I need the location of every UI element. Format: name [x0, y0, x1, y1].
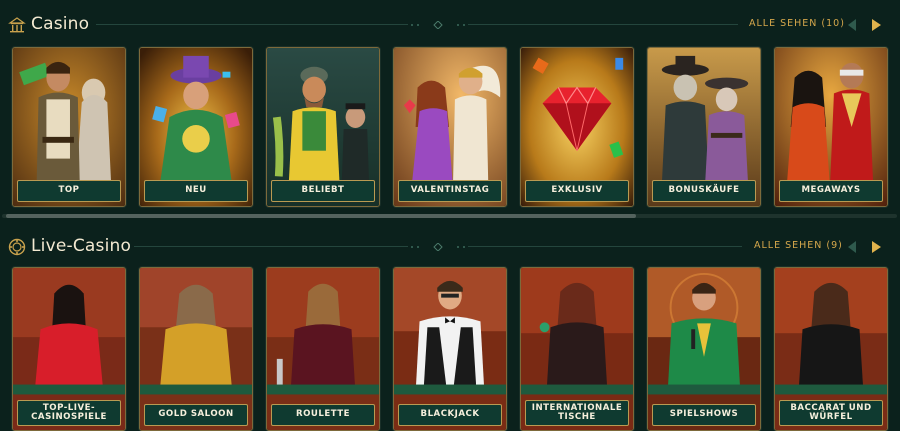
tile-label: MEGAWAYS	[779, 180, 883, 202]
tile-label: BONUSKÄUFE	[652, 180, 756, 202]
tile-label: SPIELSHOWS	[652, 404, 756, 426]
live-casino-title: Live-Casino	[31, 236, 132, 256]
live-next-arrow-icon[interactable]	[866, 236, 886, 258]
tile-label: ROULETTE	[271, 404, 375, 426]
tile-label: VALENTINSTAG	[398, 180, 502, 202]
tile-label: INTERNATIONALE TISCHE	[525, 400, 629, 426]
casino-tile-megaways[interactable]: MEGAWAYS	[774, 47, 888, 207]
tile-label: TOP	[17, 180, 121, 202]
casino-section: Casino ALLE SEHEN (10) TOP NEU BELIEBT V…	[0, 0, 900, 220]
live-casino-section: Live-Casino ALLE SEHEN (9) TOP-LIVE- CAS…	[0, 222, 900, 431]
live-casino-see-all-link[interactable]: ALLE SEHEN (9)	[754, 240, 843, 251]
tile-label: TOP-LIVE- CASINOSPIELE	[17, 400, 121, 426]
divider-ornament	[411, 243, 465, 251]
casino-prev-arrow-icon[interactable]	[842, 14, 862, 36]
live-tile-international-tables[interactable]: INTERNATIONALE TISCHE	[520, 267, 634, 431]
live-casino-header: Live-Casino ALLE SEHEN (9)	[0, 234, 900, 260]
carousel-scrollbar-thumb[interactable]	[6, 214, 636, 218]
header-divider-left	[134, 246, 408, 247]
tile-label: BLACKJACK	[398, 404, 502, 426]
header-divider-left	[96, 24, 408, 25]
casino-tile-valentines[interactable]: VALENTINSTAG	[393, 47, 507, 207]
casino-tiles: TOP NEU BELIEBT VALENTINSTAG EXKLUSIV BO…	[0, 47, 900, 207]
tile-label: NEU	[144, 180, 248, 202]
casino-header: Casino ALLE SEHEN (10)	[0, 12, 900, 38]
live-tile-roulette[interactable]: ROULETTE	[266, 267, 380, 431]
tile-label: BACCARAT UND WÜRFEL	[779, 400, 883, 426]
live-tile-blackjack[interactable]: BLACKJACK	[393, 267, 507, 431]
casino-see-all-link[interactable]: ALLE SEHEN (10)	[749, 18, 845, 29]
live-tile-baccarat-dice[interactable]: BACCARAT UND WÜRFEL	[774, 267, 888, 431]
live-tile-gold-saloon[interactable]: GOLD SALOON	[139, 267, 253, 431]
casino-tile-popular[interactable]: BELIEBT	[266, 47, 380, 207]
casino-tile-exclusive[interactable]: EXKLUSIV	[520, 47, 634, 207]
casino-title: Casino	[31, 14, 90, 34]
tile-label: GOLD SALOON	[144, 404, 248, 426]
live-tile-game-shows[interactable]: SPIELSHOWS	[647, 267, 761, 431]
casino-building-icon	[8, 17, 26, 33]
casino-chip-icon	[8, 238, 26, 256]
header-divider-right	[468, 246, 742, 247]
live-prev-arrow-icon[interactable]	[842, 236, 862, 258]
casino-tile-bonus-buys[interactable]: BONUSKÄUFE	[647, 47, 761, 207]
casino-next-arrow-icon[interactable]	[866, 14, 886, 36]
divider-ornament	[411, 21, 465, 29]
live-casino-tiles: TOP-LIVE- CASINOSPIELE GOLD SALOON ROULE…	[0, 267, 900, 431]
casino-tile-top[interactable]: TOP	[12, 47, 126, 207]
live-tile-top-live[interactable]: TOP-LIVE- CASINOSPIELE	[12, 267, 126, 431]
casino-tile-new[interactable]: NEU	[139, 47, 253, 207]
header-divider-right	[468, 24, 738, 25]
tile-label: BELIEBT	[271, 180, 375, 202]
tile-label: EXKLUSIV	[525, 180, 629, 202]
